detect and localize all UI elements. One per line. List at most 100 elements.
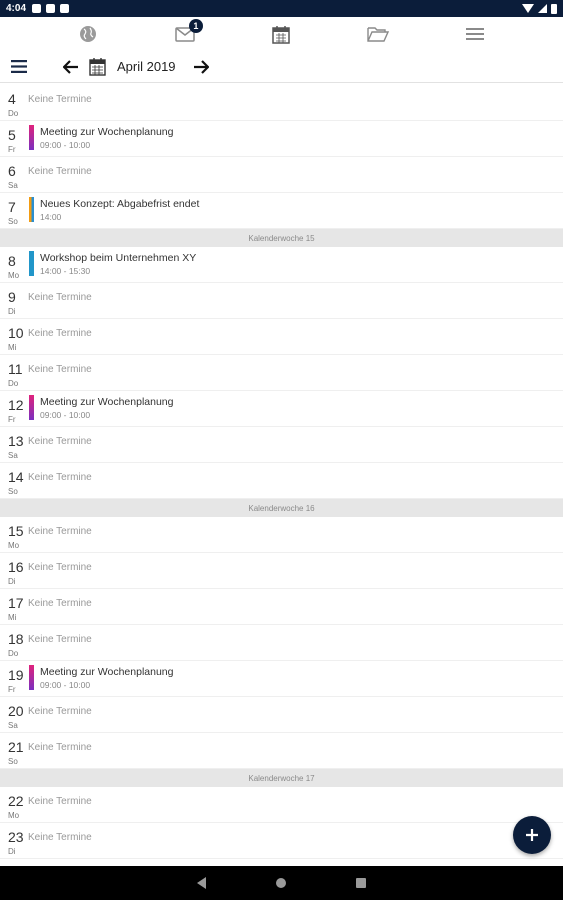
day-number: 8 bbox=[8, 253, 16, 269]
day-row[interactable]: 6 Sa Keine Termine bbox=[0, 157, 563, 193]
day-row[interactable]: 16 Di Keine Termine bbox=[0, 553, 563, 589]
day-number: 5 bbox=[8, 127, 16, 143]
day-row[interactable]: 8 Mo Workshop beim Unternehmen XY 14:00 - 1… bbox=[0, 247, 563, 283]
day-number: 18 bbox=[8, 631, 24, 647]
no-events-label: Keine Termine bbox=[28, 598, 92, 609]
no-events-label: Keine Termine bbox=[28, 364, 92, 375]
day-row[interactable]: 10 Mi Keine Termine bbox=[0, 319, 563, 355]
day-weekday: Fr bbox=[8, 685, 16, 694]
day-row[interactable]: 22 Mo Keine Termine bbox=[0, 787, 563, 823]
day-weekday: Mo bbox=[8, 541, 20, 550]
event-color-bar bbox=[29, 251, 34, 276]
next-month-button[interactable] bbox=[189, 55, 213, 79]
nav-menu-button[interactable] bbox=[455, 19, 495, 49]
day-row[interactable]: 5 Fr Meeting zur Wochenplanung 09:00 - 10:0… bbox=[0, 121, 563, 157]
mail-badge: 1 bbox=[188, 19, 203, 33]
no-events-label: Keine Termine bbox=[28, 328, 92, 339]
home-icon[interactable] bbox=[276, 878, 286, 888]
event-time: 09:00 - 10:00 bbox=[40, 410, 91, 420]
day-weekday: So bbox=[8, 217, 18, 226]
day-weekday: Di bbox=[8, 847, 16, 856]
current-month-label[interactable]: April 2019 bbox=[117, 59, 179, 74]
battery-icon bbox=[551, 3, 557, 14]
day-row[interactable]: 14 So Keine Termine bbox=[0, 463, 563, 499]
day-weekday: Mo bbox=[8, 811, 20, 820]
nav-folder-button[interactable] bbox=[358, 19, 398, 49]
day-number: 22 bbox=[8, 793, 24, 809]
day-row[interactable]: 4 Do Keine Termine bbox=[0, 85, 563, 121]
day-row[interactable]: 15 Mo Keine Termine bbox=[0, 517, 563, 553]
event-color-bar bbox=[29, 665, 34, 690]
arrow-right-icon bbox=[194, 59, 209, 74]
event-color-bar bbox=[29, 197, 34, 222]
day-number: 4 bbox=[8, 91, 16, 107]
day-number: 6 bbox=[8, 163, 16, 179]
day-weekday: Sa bbox=[8, 451, 18, 460]
day-row[interactable]: 20 Sa Keine Termine bbox=[0, 697, 563, 733]
folder-open-icon bbox=[367, 27, 390, 42]
event-title[interactable]: Workshop beim Unternehmen XY bbox=[40, 252, 196, 264]
nav-mail-button[interactable]: 1 bbox=[165, 19, 205, 49]
day-number: 16 bbox=[8, 559, 24, 575]
no-events-label: Keine Termine bbox=[28, 742, 92, 753]
no-events-label: Keine Termine bbox=[28, 562, 92, 573]
day-row[interactable]: 11 Do Keine Termine bbox=[0, 355, 563, 391]
calendar-toolbar: April 2019 bbox=[0, 51, 563, 83]
event-title[interactable]: Neues Konzept: Abgabefrist endet bbox=[40, 198, 199, 210]
day-weekday: Di bbox=[8, 307, 16, 316]
event-time: 09:00 - 10:00 bbox=[40, 680, 91, 690]
top-nav: 1 bbox=[0, 17, 563, 51]
event-title[interactable]: Meeting zur Wochenplanung bbox=[40, 666, 173, 678]
status-bar: 4:04 bbox=[0, 0, 563, 17]
day-number: 10 bbox=[8, 325, 24, 341]
nav-globe-button[interactable] bbox=[68, 19, 108, 49]
day-weekday: Mo bbox=[8, 271, 20, 280]
no-events-label: Keine Termine bbox=[28, 526, 92, 537]
day-weekday: Sa bbox=[8, 721, 18, 730]
day-weekday: Sa bbox=[8, 181, 18, 190]
event-title[interactable]: Meeting zur Wochenplanung bbox=[40, 396, 173, 408]
week-separator: Kalenderwoche 15 bbox=[0, 229, 563, 247]
week-separator: Kalenderwoche 16 bbox=[0, 499, 563, 517]
day-row[interactable]: 9 Di Keine Termine bbox=[0, 283, 563, 319]
day-number: 21 bbox=[8, 739, 24, 755]
day-row[interactable]: 17 Mi Keine Termine bbox=[0, 589, 563, 625]
day-number: 11 bbox=[8, 361, 23, 377]
no-events-label: Keine Termine bbox=[28, 94, 92, 105]
recent-apps-icon[interactable] bbox=[356, 878, 366, 888]
drawer-menu-button[interactable] bbox=[5, 53, 33, 81]
day-row[interactable]: 23 Di Keine Termine bbox=[0, 823, 563, 859]
no-events-label: Keine Termine bbox=[28, 706, 92, 717]
day-weekday: So bbox=[8, 757, 18, 766]
day-row[interactable]: 21 So Keine Termine bbox=[0, 733, 563, 769]
no-events-label: Keine Termine bbox=[28, 472, 92, 483]
event-time: 14:00 bbox=[40, 212, 62, 222]
day-weekday: Mi bbox=[8, 613, 17, 622]
day-row[interactable]: 7 So Neues Konzept: Abgabefrist endet 14:00 bbox=[0, 193, 563, 229]
event-time: 14:00 - 15:30 bbox=[40, 266, 91, 276]
day-row[interactable]: 19 Fr Meeting zur Wochenplanung 09:00 - 10:… bbox=[0, 661, 563, 697]
nav-calendar-button[interactable] bbox=[261, 19, 301, 49]
event-title[interactable]: Meeting zur Wochenplanung bbox=[40, 126, 173, 138]
day-row[interactable]: 12 Fr Meeting zur Wochenplanung 09:00 - 10:… bbox=[0, 391, 563, 427]
arrow-left-icon bbox=[63, 59, 78, 74]
previous-month-button[interactable] bbox=[59, 55, 83, 79]
day-number: 20 bbox=[8, 703, 24, 719]
back-icon[interactable] bbox=[197, 877, 206, 889]
no-events-label: Keine Termine bbox=[28, 634, 92, 645]
add-event-button[interactable] bbox=[513, 816, 551, 854]
day-row[interactable]: 24MiKeine Termine bbox=[0, 859, 563, 866]
calendar-icon bbox=[88, 58, 106, 76]
day-row[interactable]: 13 Sa Keine Termine bbox=[0, 427, 563, 463]
day-row[interactable]: 18 Do Keine Termine bbox=[0, 625, 563, 661]
date-picker-button[interactable] bbox=[87, 55, 107, 79]
wifi-icon bbox=[522, 4, 534, 13]
day-weekday: Di bbox=[8, 577, 16, 586]
day-weekday: Fr bbox=[8, 145, 16, 154]
day-weekday: Fr bbox=[8, 415, 16, 424]
day-number: 12 bbox=[8, 397, 24, 413]
system-nav-bar bbox=[0, 866, 563, 900]
day-weekday: Do bbox=[8, 109, 19, 118]
status-time: 4:04 bbox=[6, 3, 27, 14]
hamburger-icon bbox=[11, 60, 27, 73]
